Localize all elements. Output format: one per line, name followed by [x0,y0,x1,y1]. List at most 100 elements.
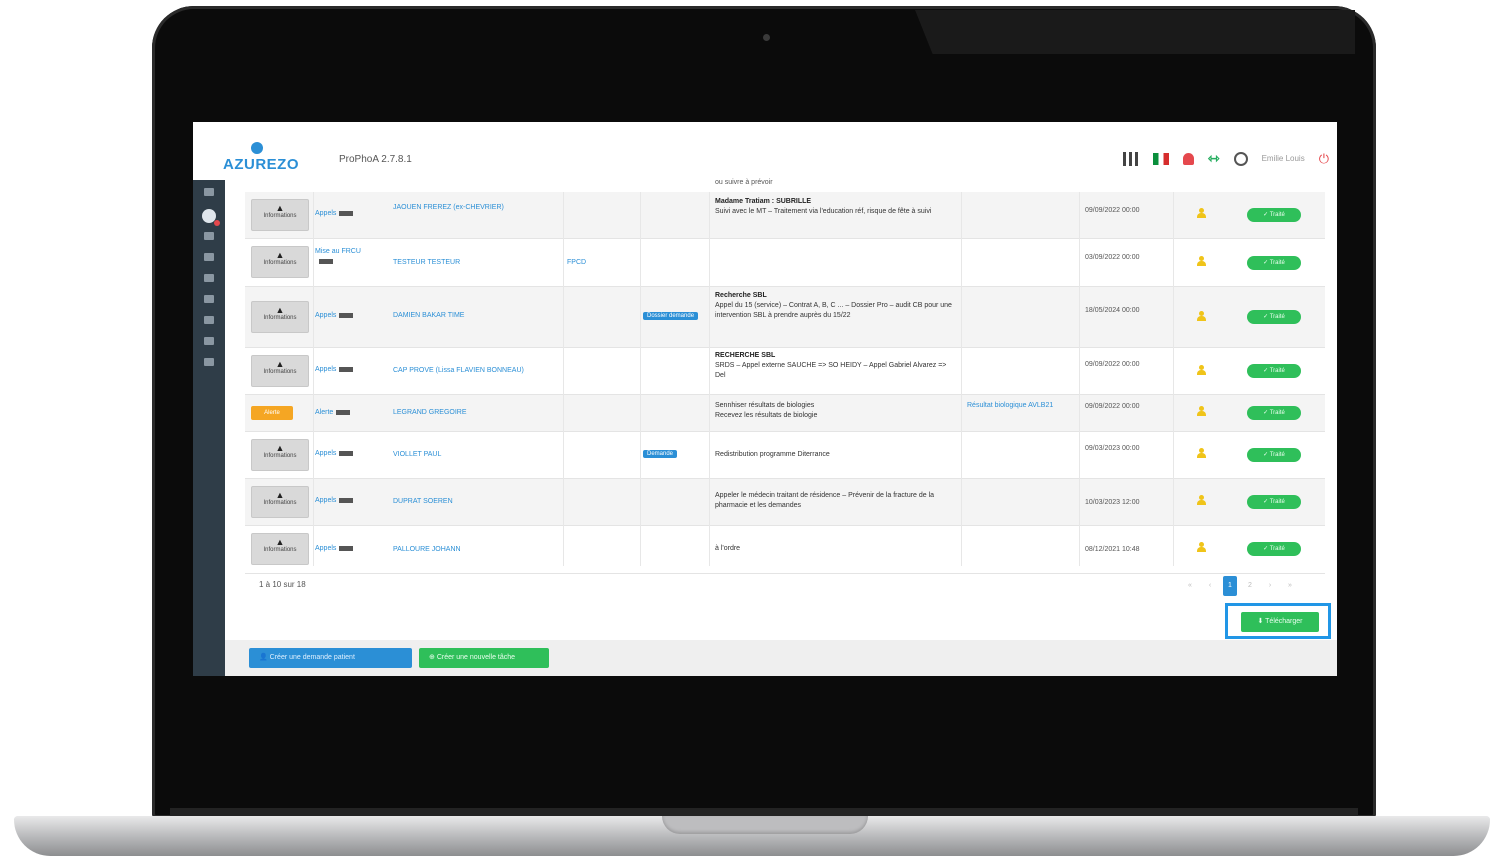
user-icon[interactable] [1233,151,1248,166]
sidebar-settings-icon[interactable] [204,358,214,366]
row-type: Appels [315,365,354,375]
page-2[interactable]: 2 [1243,576,1257,596]
sidebar-patients-icon[interactable] [202,209,220,226]
page-1[interactable]: 1 [1223,576,1237,596]
table-row: ▲ Informations Appels CAP PROVE (Lissa FL… [245,348,1325,395]
logout-icon[interactable]: ⏻ [1319,151,1329,167]
row-date: 18/05/2024 00:00 [1085,307,1140,314]
sidebar-calendar-icon[interactable] [204,232,214,240]
sidebar-user-icon[interactable] [204,337,214,345]
row-type: Appels [315,311,354,321]
info-button[interactable]: ▲ Informations [251,439,309,471]
row-patient-name[interactable]: JAOUEN FREREZ (ex-CHEVRIER) [393,203,563,213]
status-button[interactable]: ✓ Traité [1247,310,1301,324]
column-divider [1173,192,1174,566]
table-row: ▲ Informations Appels DAMIEN BAKAR TIME D… [245,287,1325,348]
sidebar-stats-icon[interactable] [204,295,214,303]
sidebar-home-icon[interactable] [204,188,214,196]
status-button[interactable]: ✓ Traité [1247,364,1301,378]
row-date: 09/03/2023 00:00 [1085,445,1140,452]
tasks-table: ▲ Informations Appels JAOUEN FREREZ (ex-C… [245,192,1325,574]
info-button[interactable]: ▲ Informations [251,301,309,333]
assignee-icon[interactable] [1197,365,1206,375]
row-description: Appeler le médecin traitant de résidence… [715,492,935,509]
info-button[interactable]: ▲ Informations [251,199,309,231]
assignee-icon[interactable] [1197,495,1206,505]
app-screen: AZUREZO ProPhoA 2.7.8.1 ⇿ Emilie Louis ⏻… [193,122,1337,676]
camera-icon [763,34,770,41]
user-plus-icon: 👤 [259,654,270,661]
assignee-icon[interactable] [1197,256,1206,266]
column-divider [961,192,962,566]
column-divider [709,192,710,566]
row-patient-name[interactable]: LEGRAND GREGOIRE [393,408,467,418]
alert-button[interactable]: Alerte [251,406,293,420]
table-row: ▲ Informations Appels DUPRAT SOEREN Appel… [245,479,1325,526]
page-prev[interactable]: ‹ [1203,576,1217,596]
sidebar-list-icon[interactable] [204,253,214,261]
row-date: 03/09/2022 00:00 [1085,254,1140,261]
main-content: ou suivre à prévoir ▲ Informations Appels… [225,179,1337,676]
row-type: Appels [315,449,354,459]
column-divider [640,192,641,566]
sidebar-chart-icon[interactable] [204,316,214,324]
row-patient-name[interactable]: PALLOURE JOHANN [393,545,461,555]
info-button[interactable]: ▲ Informations [251,355,309,387]
row-type: Appels [315,209,354,219]
status-button[interactable]: ✓ Traité [1247,448,1301,462]
row-type: Mise au FRCU [315,247,377,267]
row-date: 09/09/2022 00:00 [1085,403,1140,410]
user-name[interactable]: Emilie Louis [1262,154,1305,163]
create-task-label: Créer une nouvelle tâche [436,654,516,661]
flag-icon[interactable] [1152,152,1169,165]
assignee-icon[interactable] [1197,208,1206,218]
page-first[interactable]: « [1183,576,1197,596]
row-patient-name[interactable]: CAP PROVE (Lissa FLAVIEN BONNEAU) [393,366,524,376]
create-patient-request-button[interactable]: 👤 Créer une demande patient [249,648,412,668]
footer-bar: 👤 Créer une demande patient ⊕ Créer une … [225,640,1337,676]
logo-icon [251,142,263,154]
create-patient-request-label: Créer une demande patient [269,654,355,661]
download-icon: ⬇ [1257,618,1266,625]
page-last[interactable]: » [1283,576,1297,596]
row-link[interactable]: Résultat biologique AVLB21 [967,401,1067,411]
apps-grid-icon[interactable] [1122,151,1139,166]
app-logo[interactable]: AZUREZO [223,142,299,180]
top-icons: ⇿ Emilie Louis ⏻ [1122,150,1329,167]
info-button[interactable]: ▲ Informations [251,533,309,565]
page-next[interactable]: › [1263,576,1277,596]
assignee-icon[interactable] [1197,311,1206,321]
info-button[interactable]: ▲ Informations [251,486,309,518]
column-divider [313,192,314,566]
column-divider [563,192,564,566]
export-button[interactable]: ⬇ Télécharger [1241,612,1319,632]
logo-text: AZUREZO [223,156,299,173]
create-task-button[interactable]: ⊕ Créer une nouvelle tâche [419,648,549,668]
row-date: 09/09/2022 00:00 [1085,207,1140,214]
results-count: 1 à 10 sur 18 [259,580,306,589]
plus-icon: ⊕ [429,654,437,661]
status-button[interactable]: ✓ Traité [1247,542,1301,556]
bell-icon[interactable] [1182,152,1194,165]
export-label: Télécharger [1265,618,1303,625]
assignee-icon[interactable] [1197,448,1206,458]
info-button[interactable]: ▲ Informations [251,246,309,278]
bezel-reflection [915,10,1355,54]
connection-icon[interactable]: ⇿ [1208,150,1220,167]
row-date: 09/09/2022 00:00 [1085,361,1140,368]
app-version: ProPhoA 2.7.8.1 [339,154,412,165]
status-button[interactable]: ✓ Traité [1247,256,1301,270]
row-patient-name[interactable]: DAMIEN BAKAR TIME [393,311,464,321]
status-button[interactable]: ✓ Traité [1247,495,1301,509]
assignee-icon[interactable] [1197,542,1206,552]
assignee-icon[interactable] [1197,406,1206,416]
row-patient-name[interactable]: TESTEUR TESTEUR [393,258,460,268]
status-button[interactable]: ✓ Traité [1247,208,1301,222]
row-patient-name[interactable]: DUPRAT SOEREN [393,497,453,507]
table-row: ▲ Informations Appels PALLOURE JOHANN à l… [245,526,1325,574]
top-bar: AZUREZO ProPhoA 2.7.8.1 ⇿ Emilie Louis ⏻ [193,122,1337,180]
row-tag: Dossier demande [643,312,699,320]
sidebar-tools-icon[interactable] [204,274,214,282]
row-patient-name[interactable]: VIOLLET PAUL [393,450,441,460]
status-button[interactable]: ✓ Traité [1247,406,1301,420]
